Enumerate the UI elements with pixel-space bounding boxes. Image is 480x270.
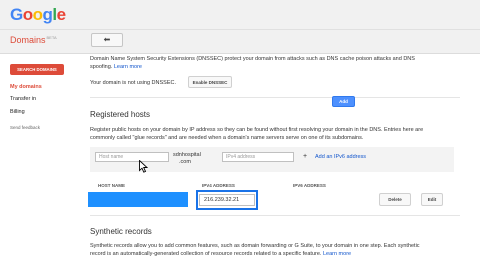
edit-button[interactable]: Edit bbox=[421, 193, 443, 206]
synthetic-records-title: Synthetic records bbox=[90, 227, 152, 236]
send-feedback-link[interactable]: Send feedback bbox=[10, 125, 40, 130]
domain-suffix-name: sdnhospital bbox=[173, 152, 201, 158]
mouse-cursor-icon bbox=[139, 160, 148, 173]
delete-button[interactable]: Delete bbox=[379, 193, 411, 206]
dnssec-status: Your domain is not using DNSSEC. bbox=[90, 80, 177, 86]
registered-hosts-title: Registered hosts bbox=[90, 110, 151, 119]
synthetic-desc-line1: Synthetic records allow you to add commo… bbox=[90, 243, 420, 249]
plus-icon: + bbox=[303, 153, 308, 160]
registered-hosts-description: Register public hosts on your domain by … bbox=[90, 126, 460, 142]
sidebar: SEARCH DOMAINS My domains Transfer in Bi… bbox=[0, 55, 80, 270]
logo-letter: o bbox=[22, 5, 33, 24]
domain-suffix-tld: .com bbox=[179, 159, 191, 165]
synthetic-desc-line2-text: record is an automatically-generated col… bbox=[90, 251, 323, 257]
google-logo[interactable]: Google bbox=[10, 5, 66, 25]
logo-letter: o bbox=[32, 5, 43, 24]
ipv4-address-input[interactable]: IPv4 address bbox=[222, 152, 294, 162]
synthetic-learn-more-link[interactable]: Learn more bbox=[323, 251, 351, 257]
domain-suffix: sdnhospital .com bbox=[173, 152, 201, 166]
arrow-left-icon: ⬅ bbox=[103, 35, 111, 44]
search-domains-button[interactable]: SEARCH DOMAINS bbox=[10, 64, 64, 75]
ipv4-value[interactable]: 216.239.32.21 bbox=[199, 194, 255, 206]
logo-letter: e bbox=[56, 5, 66, 24]
product-title[interactable]: DomainsBETA bbox=[10, 35, 57, 45]
column-header-ipv6: IPV6 ADDRESS bbox=[293, 183, 326, 188]
column-header-host-name: HOST NAME bbox=[98, 183, 125, 188]
sidebar-item-my-domains[interactable]: My domains bbox=[10, 84, 42, 90]
dnssec-desc-line2-text: spoofing. bbox=[90, 64, 114, 70]
dnssec-description: Domain Name System Security Extensions (… bbox=[90, 55, 460, 71]
sidebar-item-transfer-in[interactable]: Transfer in bbox=[10, 96, 36, 102]
dnssec-learn-more-link[interactable]: Learn more bbox=[114, 64, 142, 70]
section-divider bbox=[90, 97, 460, 98]
dnssec-desc-line1: Domain Name System Security Extensions (… bbox=[90, 56, 415, 62]
beta-badge: BETA bbox=[46, 35, 57, 40]
back-button[interactable]: ⬅ bbox=[91, 33, 123, 47]
sidebar-item-billing[interactable]: Billing bbox=[10, 109, 25, 115]
top-bar: Google bbox=[0, 0, 480, 30]
section-divider bbox=[90, 215, 460, 216]
host-name-input[interactable]: Host name bbox=[95, 152, 169, 162]
enable-dnssec-button[interactable]: Enable DNSSEC bbox=[188, 76, 232, 88]
dnssec-desc-line2: spoofing. Learn more bbox=[90, 63, 460, 71]
logo-letter: G bbox=[10, 5, 23, 24]
column-header-ipv4: IPV4 ADDRESS bbox=[202, 183, 235, 188]
logo-letter: g bbox=[42, 5, 53, 24]
add-ipv6-link[interactable]: Add an IPv6 address bbox=[315, 153, 366, 161]
synthetic-desc-line2: record is an automatically-generated col… bbox=[90, 250, 462, 258]
product-name: Domains bbox=[10, 35, 46, 45]
sub-bar bbox=[0, 30, 480, 54]
hosts-desc-line2: commonly called "glue records" and are n… bbox=[90, 135, 364, 141]
add-host-button[interactable]: Add bbox=[332, 96, 355, 107]
hosts-desc-line1: Register public hosts on your domain by … bbox=[90, 127, 424, 133]
synthetic-records-description: Synthetic records allow you to add commo… bbox=[90, 242, 462, 258]
redacted-host-name bbox=[88, 192, 188, 207]
